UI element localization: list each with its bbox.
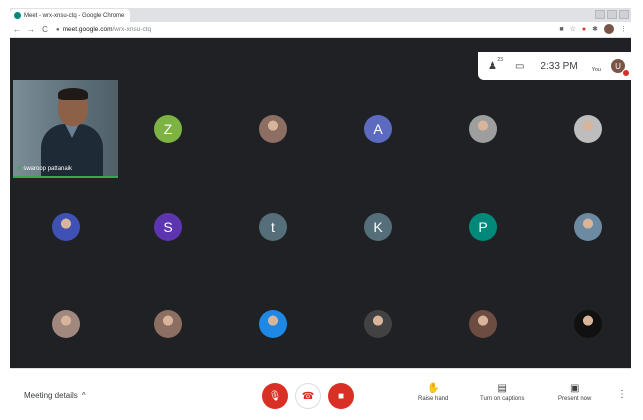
participant-avatar[interactable] — [469, 115, 497, 143]
present-now-button[interactable]: ▣ Present now — [558, 383, 591, 402]
hand-icon: ✋ — [426, 383, 440, 394]
meet-favicon-icon — [14, 12, 21, 19]
participant-avatar[interactable]: K — [364, 213, 392, 241]
url-host: meet.google.com — [62, 26, 113, 33]
presenter-name: swaroop pattanaik — [23, 166, 73, 172]
camera-off-button[interactable]: ■ — [328, 383, 354, 409]
lock-icon: ● — [56, 26, 60, 33]
participant-avatar[interactable]: P — [469, 213, 497, 241]
browser-toolbar: ← → C ● meet.google.com /wrx-xnsu-ctq ■ … — [10, 22, 631, 38]
self-avatar[interactable]: U — [610, 59, 630, 77]
presenter-name-bar: ıl swaroop pattanaik — [17, 166, 72, 172]
present-icon: ▣ — [569, 383, 580, 394]
people-count: 23 — [497, 56, 503, 63]
puzzle-icon[interactable]: ✱ — [592, 25, 598, 33]
star-icon[interactable]: ☆ — [570, 25, 576, 33]
speaking-indicator-icon: ıl — [17, 166, 21, 172]
mic-off-icon: 🎙 — [268, 390, 282, 402]
participant-avatar[interactable] — [574, 115, 602, 143]
meet-top-strip — [10, 38, 631, 52]
captions-label: Turn on captions — [480, 396, 525, 402]
minimize-icon[interactable] — [595, 10, 605, 19]
chevron-up-icon: ^ — [81, 391, 86, 400]
browser-titlebar: Meet - wrx-xnsu-ctq - Google Chrome — [10, 8, 631, 22]
people-icon[interactable]: ♟ 23 — [488, 57, 503, 72]
speaking-underline — [13, 176, 118, 178]
participant-avatar[interactable] — [154, 310, 182, 338]
meeting-top-right-panel: ♟ 23 ▭ 2:33 PM You U — [478, 52, 633, 80]
participant-avatar[interactable] — [259, 115, 287, 143]
participant-avatar[interactable]: S — [154, 213, 182, 241]
maximize-icon[interactable] — [607, 10, 617, 19]
participant-initial: S — [163, 219, 173, 235]
camera-indicator-icon[interactable]: ■ — [559, 26, 563, 33]
participant-avatar[interactable] — [574, 310, 602, 338]
back-icon[interactable]: ← — [10, 25, 24, 34]
participant-avatar[interactable] — [259, 310, 287, 338]
presenter-video-tile[interactable]: ıl swaroop pattanaik — [13, 80, 118, 178]
address-bar[interactable]: ● meet.google.com /wrx-xnsu-ctq — [56, 24, 151, 36]
meeting-details-label: Meeting details — [24, 391, 78, 400]
extension-icon[interactable]: ● — [582, 26, 586, 33]
captions-icon: ▤ — [497, 383, 507, 394]
raise-hand-button[interactable]: ✋ Raise hand — [418, 383, 448, 402]
participant-avatar[interactable] — [52, 213, 80, 241]
self-muted-badge — [621, 69, 630, 77]
window-controls — [595, 10, 629, 19]
forward-icon[interactable]: → — [24, 25, 38, 34]
raise-hand-label: Raise hand — [418, 396, 449, 402]
presenter-hair — [58, 88, 88, 100]
tab-title: Meet - wrx-xnsu-ctq - Google Chrome — [24, 12, 125, 19]
you-label: You — [591, 67, 601, 73]
participant-avatar[interactable] — [364, 310, 392, 338]
browser-toolbar-right: ■ ☆ ● ✱ ⋮ — [559, 24, 627, 34]
captions-button[interactable]: ▤ Turn on captions — [480, 383, 524, 402]
hang-up-icon: ☎ — [301, 390, 315, 402]
self-avatar-initial: U — [615, 61, 621, 71]
participant-avatar[interactable]: A — [364, 115, 392, 143]
participant-avatar[interactable] — [52, 310, 80, 338]
participant-avatar[interactable]: t — [259, 213, 287, 241]
meeting-controls-bar: Meeting details ^ 🎙 ☎ ■ ✋ Raise hand ▤ T… — [10, 368, 631, 410]
close-icon[interactable] — [619, 10, 629, 19]
participant-initial: A — [373, 121, 383, 137]
camera-off-icon: ■ — [337, 390, 345, 402]
participant-initial: t — [271, 219, 275, 235]
meeting-details-button[interactable]: Meeting details ^ — [24, 391, 86, 400]
chat-icon[interactable]: ▭ — [515, 61, 524, 72]
present-now-label: Present now — [558, 396, 592, 402]
participant-avatar[interactable]: Z — [154, 115, 182, 143]
profile-avatar-icon[interactable] — [604, 24, 614, 34]
url-path: /wrx-xnsu-ctq — [112, 26, 152, 33]
participant-initial: K — [373, 219, 383, 235]
microphone-muted-button[interactable]: 🎙 — [262, 383, 288, 409]
more-options-icon[interactable]: ⋮ — [617, 389, 627, 400]
participant-initial: Z — [163, 121, 173, 137]
screen: Meet - wrx-xnsu-ctq - Google Chrome ← → … — [0, 0, 643, 420]
participant-initial: P — [478, 219, 488, 235]
menu-icon[interactable]: ⋮ — [620, 25, 627, 33]
reload-icon[interactable]: C — [38, 25, 52, 34]
leave-call-button[interactable]: ☎ — [295, 383, 321, 409]
participant-avatar[interactable] — [469, 310, 497, 338]
meeting-time: 2:33 PM — [540, 60, 578, 72]
browser-tab[interactable]: Meet - wrx-xnsu-ctq - Google Chrome — [10, 9, 130, 22]
participant-avatar[interactable] — [574, 213, 602, 241]
